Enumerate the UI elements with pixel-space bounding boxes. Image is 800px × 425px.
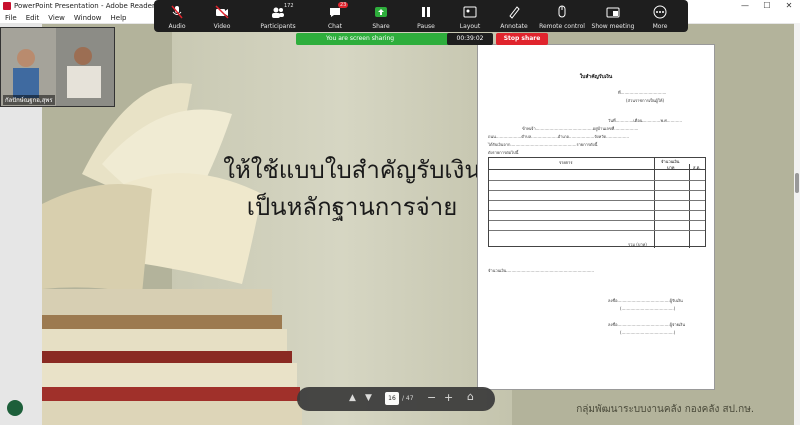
adobe-reader-icon	[3, 2, 11, 10]
receipt-note: (ส่วนราชการเป็นผู้ให้)	[626, 98, 665, 103]
receipt-received: ได้รับเงินจาก...........................…	[488, 142, 598, 147]
slide-title-line-1: ให้ใช้แบบใบสำคัญรับเงิน	[223, 156, 481, 184]
slide-footer: กลุ่มพัฒนาระบบงานคลัง กองคลัง สป.กษ.	[576, 404, 754, 415]
scrollbar-thumb[interactable]	[795, 173, 799, 193]
receipt-amount-words: จำนวนเงิน...............................…	[488, 268, 595, 273]
receipt-date: วันที่..............เดือน..............พ…	[608, 118, 683, 123]
next-page-icon[interactable]: ▼	[365, 393, 375, 403]
receipt-address: ถนน....................ตำบล.............…	[488, 134, 630, 139]
layout-button[interactable]: Layout	[448, 0, 492, 32]
receipt-table: รายการ จำนวนเงิน บาท ส.ต.	[488, 157, 706, 248]
slide-title-line-2: เป็นหลักฐานการจ่าย	[246, 193, 458, 221]
slide-title: ให้ใช้แบบใบสำคัญรับเงิน เป็นหลักฐานการจ่…	[222, 152, 482, 226]
menu-view[interactable]: View	[48, 14, 65, 22]
remote-control-icon	[558, 5, 566, 18]
remote-control-label: Remote control	[539, 23, 585, 30]
participants-label: Participants	[260, 23, 296, 30]
audio-button[interactable]: Audio	[154, 0, 200, 32]
share-timer: 00:39:02	[447, 33, 493, 45]
chat-badge: 23	[338, 2, 349, 8]
menu-file[interactable]: File	[5, 14, 17, 22]
prev-page-icon[interactable]: ▲	[349, 393, 359, 403]
receipt-detail: ดังรายการต่อไปนี้	[488, 150, 519, 155]
share-label: Share	[372, 23, 390, 30]
receipt-sign-1-name: (.......................................…	[620, 306, 676, 311]
page-total: / 47	[402, 395, 414, 402]
pause-icon	[422, 7, 430, 17]
receipt-name: ข้าพเจ้า................................…	[522, 126, 639, 131]
receipt-title: ใบสำคัญรับเงิน	[579, 74, 613, 80]
pause-label: Pause	[417, 23, 435, 30]
table-divider	[654, 158, 655, 248]
show-meeting-label: Show meeting	[591, 23, 635, 30]
mic-muted-icon	[171, 5, 183, 19]
books-illustration	[42, 83, 302, 425]
table-row	[489, 210, 705, 211]
page-number-input[interactable]: 16	[385, 392, 399, 405]
participants-icon	[272, 7, 284, 18]
participants-count: 172	[284, 3, 294, 9]
show-meeting-button[interactable]: Show meeting	[588, 0, 638, 32]
table-row	[489, 230, 705, 231]
participants-button[interactable]: 172 Participants	[244, 0, 312, 32]
menu-window[interactable]: Window	[74, 14, 102, 22]
annotate-button[interactable]: Annotate	[492, 0, 536, 32]
receipt-total: รวม (บาท)	[628, 242, 647, 247]
video-label: Video	[213, 23, 231, 30]
screen-sharing-text: You are screen sharing	[326, 35, 395, 42]
pdf-page-navigation: ▲ ▼ 16 / 47 − + ⌂	[297, 387, 495, 411]
col-item: รายการ	[559, 160, 573, 165]
more-button[interactable]: More	[638, 0, 682, 32]
menu-edit[interactable]: Edit	[26, 14, 40, 22]
receipt-sign-1: ลงชื่อ..................................…	[608, 298, 683, 303]
more-label: More	[652, 23, 668, 30]
home-icon[interactable]: ⌂	[467, 390, 474, 403]
audio-label: Audio	[168, 23, 186, 30]
chat-button[interactable]: 23 Chat	[312, 0, 358, 32]
maximize-button[interactable]: ☐	[756, 0, 778, 12]
receipt-sign-2: ลงชื่อ..................................…	[608, 322, 685, 327]
table-divider	[689, 164, 690, 248]
meeting-toolbar: Audio Video 172 Participants 23 Chat Sha…	[154, 0, 688, 32]
window-title: PowerPoint Presentation - Adobe Reader	[14, 2, 155, 10]
zoom-in-icon[interactable]: +	[444, 391, 453, 404]
receipt-form: ใบสำคัญรับเงิน ที่......................…	[477, 44, 715, 390]
annotate-icon	[509, 6, 520, 19]
receipt-no: ที่....................................	[618, 90, 667, 95]
minimize-button[interactable]: —	[734, 0, 756, 12]
remote-control-button[interactable]: Remote control	[536, 0, 588, 32]
participant-video-thumbnail[interactable]: กัลปักษ์ณฐกอ,สุพร	[0, 27, 115, 107]
stop-share-button[interactable]: Stop share	[496, 33, 548, 45]
show-meeting-icon	[606, 7, 620, 18]
table-row	[489, 180, 705, 181]
video-button[interactable]: Video	[200, 0, 244, 32]
participant-name: กัลปักษ์ณฐกอ,สุพร	[3, 95, 55, 105]
layout-label: Layout	[459, 23, 481, 30]
share-icon	[375, 7, 387, 17]
video-off-icon	[215, 5, 229, 19]
annotation-pen-icon[interactable]	[7, 400, 23, 416]
table-row	[489, 220, 705, 221]
table-row	[489, 190, 705, 191]
table-header: รายการ จำนวนเงิน บาท ส.ต.	[489, 158, 705, 170]
layout-icon	[463, 6, 477, 18]
pause-button[interactable]: Pause	[404, 0, 448, 32]
annotate-label: Annotate	[500, 23, 528, 30]
share-button[interactable]: Share	[358, 0, 404, 32]
col-satang: ส.ต.	[693, 165, 701, 170]
col-baht: บาท	[667, 165, 675, 170]
zoom-out-icon[interactable]: −	[427, 391, 436, 404]
vertical-scrollbar[interactable]	[794, 23, 800, 425]
close-button[interactable]: ✕	[778, 0, 800, 12]
window-controls: — ☐ ✕	[734, 0, 800, 12]
table-row	[489, 200, 705, 201]
receipt-sign-2-name: (.......................................…	[620, 330, 676, 335]
more-icon	[653, 5, 667, 19]
chat-label: Chat	[327, 23, 343, 30]
menu-help[interactable]: Help	[111, 14, 127, 22]
